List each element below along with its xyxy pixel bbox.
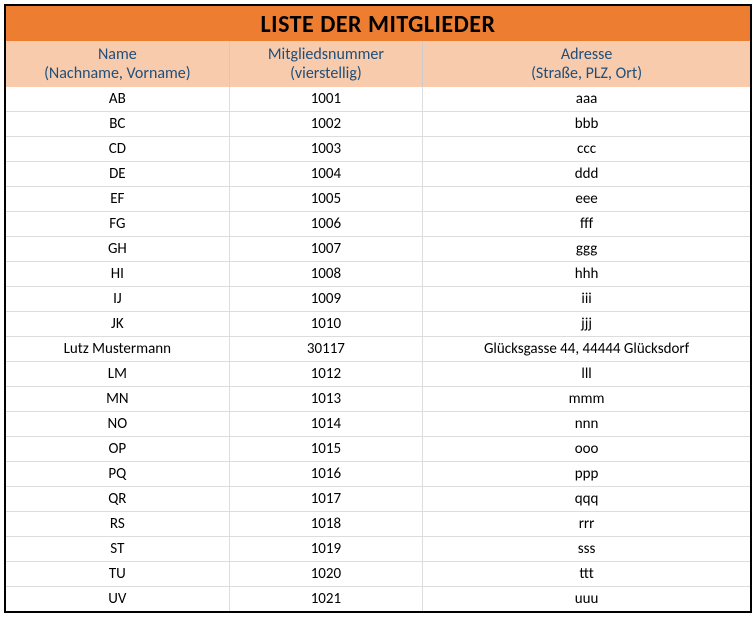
table-row: Lutz Mustermann30117Glücksgasse 44, 4444…: [6, 337, 750, 362]
cell-name: CD: [6, 137, 229, 162]
cell-number: 1003: [229, 137, 422, 162]
cell-number: 1009: [229, 287, 422, 312]
page-title: LISTE DER MITGLIEDER: [6, 6, 750, 41]
cell-number: 1004: [229, 162, 422, 187]
table-row: FG1006fff: [6, 212, 750, 237]
cell-address: hhh: [423, 262, 750, 287]
cell-address: ccc: [423, 137, 750, 162]
cell-name: BC: [6, 112, 229, 137]
cell-name: JK: [6, 312, 229, 337]
cell-address: fff: [423, 212, 750, 237]
cell-number: 1021: [229, 587, 422, 612]
cell-number: 1017: [229, 487, 422, 512]
cell-name: Lutz Mustermann: [6, 337, 229, 362]
cell-number: 1001: [229, 87, 422, 112]
cell-address: mmm: [423, 387, 750, 412]
cell-name: RS: [6, 512, 229, 537]
cell-name: AB: [6, 87, 229, 112]
table-row: BC1002bbb: [6, 112, 750, 137]
cell-name: MN: [6, 387, 229, 412]
cell-name: LM: [6, 362, 229, 387]
cell-address: ddd: [423, 162, 750, 187]
cell-number: 1016: [229, 462, 422, 487]
cell-address: ggg: [423, 237, 750, 262]
cell-address: aaa: [423, 87, 750, 112]
cell-name: FG: [6, 212, 229, 237]
col-header-address-line2: (Straße, PLZ, Ort): [429, 64, 744, 83]
cell-number: 1005: [229, 187, 422, 212]
cell-address: nnn: [423, 412, 750, 437]
cell-address: uuu: [423, 587, 750, 612]
table-row: IJ1009iii: [6, 287, 750, 312]
table-row: TU1020ttt: [6, 562, 750, 587]
cell-name: NO: [6, 412, 229, 437]
table-row: CD1003ccc: [6, 137, 750, 162]
cell-number: 1019: [229, 537, 422, 562]
table-row: MN1013mmm: [6, 387, 750, 412]
cell-name: TU: [6, 562, 229, 587]
cell-number: 1015: [229, 437, 422, 462]
cell-number: 1013: [229, 387, 422, 412]
table-row: JK1010jjj: [6, 312, 750, 337]
col-header-address: Adresse (Straße, PLZ, Ort): [423, 41, 750, 87]
cell-name: ST: [6, 537, 229, 562]
cell-name: HI: [6, 262, 229, 287]
cell-address: iii: [423, 287, 750, 312]
cell-name: QR: [6, 487, 229, 512]
cell-number: 1002: [229, 112, 422, 137]
table-row: NO1014nnn: [6, 412, 750, 437]
table-row: OP1015ooo: [6, 437, 750, 462]
col-header-name-line2: (Nachname, Vorname): [12, 64, 223, 83]
members-table: Name (Nachname, Vorname) Mitgliedsnummer…: [6, 41, 750, 611]
cell-number: 1007: [229, 237, 422, 262]
table-row: RS1018rrr: [6, 512, 750, 537]
cell-number: 1014: [229, 412, 422, 437]
col-header-number: Mitgliedsnummer (vierstellig): [229, 41, 422, 87]
cell-name: PQ: [6, 462, 229, 487]
cell-number: 1008: [229, 262, 422, 287]
cell-address: rrr: [423, 512, 750, 537]
cell-name: OP: [6, 437, 229, 462]
table-header-row: Name (Nachname, Vorname) Mitgliedsnummer…: [6, 41, 750, 87]
col-header-address-line1: Adresse: [429, 45, 744, 64]
cell-address: ooo: [423, 437, 750, 462]
table-row: UV1021uuu: [6, 587, 750, 612]
cell-address: qqq: [423, 487, 750, 512]
col-header-number-line2: (vierstellig): [236, 64, 416, 83]
col-header-name-line1: Name: [12, 45, 223, 64]
col-header-number-line1: Mitgliedsnummer: [236, 45, 416, 64]
cell-number: 1006: [229, 212, 422, 237]
col-header-name: Name (Nachname, Vorname): [6, 41, 229, 87]
table-row: AB1001aaa: [6, 87, 750, 112]
cell-number: 1018: [229, 512, 422, 537]
table-row: EF1005eee: [6, 187, 750, 212]
cell-address: eee: [423, 187, 750, 212]
cell-address: ttt: [423, 562, 750, 587]
cell-address: sss: [423, 537, 750, 562]
cell-address: lll: [423, 362, 750, 387]
cell-name: GH: [6, 237, 229, 262]
table-row: HI1008hhh: [6, 262, 750, 287]
cell-number: 30117: [229, 337, 422, 362]
table-row: GH1007ggg: [6, 237, 750, 262]
cell-address: bbb: [423, 112, 750, 137]
table-body: AB1001aaaBC1002bbbCD1003cccDE1004dddEF10…: [6, 87, 750, 611]
table-row: LM1012lll: [6, 362, 750, 387]
cell-address: jjj: [423, 312, 750, 337]
cell-name: DE: [6, 162, 229, 187]
cell-name: UV: [6, 587, 229, 612]
table-row: DE1004ddd: [6, 162, 750, 187]
cell-number: 1012: [229, 362, 422, 387]
cell-address: ppp: [423, 462, 750, 487]
member-list-container: LISTE DER MITGLIEDER Name (Nachname, Vor…: [4, 4, 752, 613]
cell-number: 1010: [229, 312, 422, 337]
table-row: ST1019sss: [6, 537, 750, 562]
table-row: PQ1016ppp: [6, 462, 750, 487]
table-row: QR1017qqq: [6, 487, 750, 512]
cell-address: Glücksgasse 44, 44444 Glücksdorf: [423, 337, 750, 362]
cell-name: IJ: [6, 287, 229, 312]
cell-number: 1020: [229, 562, 422, 587]
cell-name: EF: [6, 187, 229, 212]
